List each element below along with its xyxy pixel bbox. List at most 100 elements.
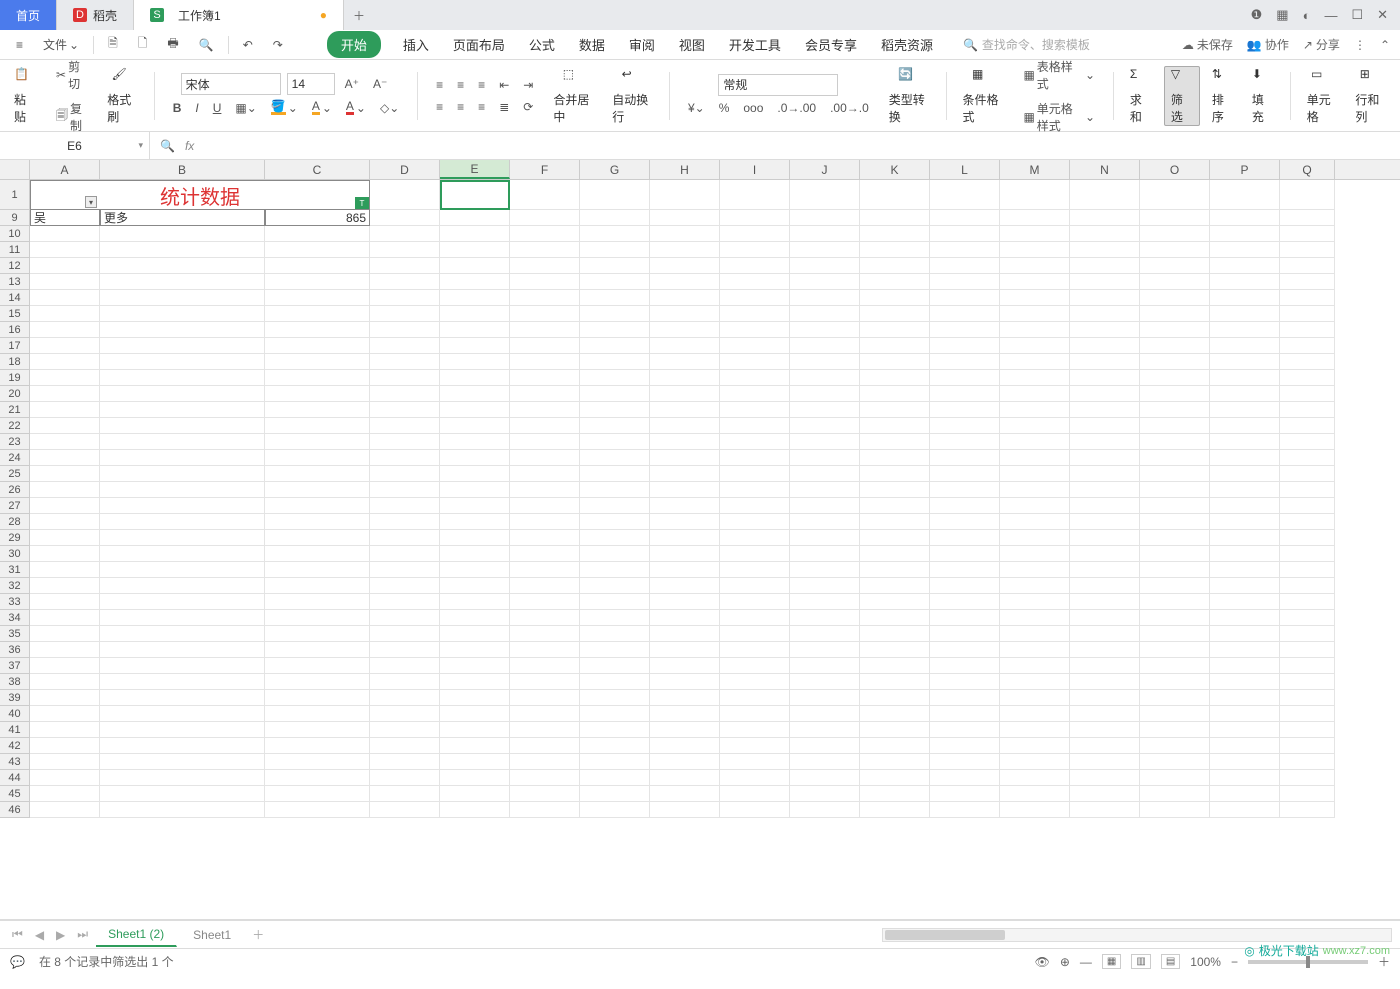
cell[interactable] xyxy=(650,386,720,402)
row-header[interactable]: 1 xyxy=(0,180,30,210)
cell[interactable] xyxy=(510,594,580,610)
cell[interactable] xyxy=(265,658,370,674)
cell[interactable] xyxy=(860,450,930,466)
cell[interactable] xyxy=(1000,514,1070,530)
cell[interactable] xyxy=(790,210,860,226)
cell[interactable] xyxy=(440,242,510,258)
cell[interactable] xyxy=(1140,274,1210,290)
cell[interactable] xyxy=(510,466,580,482)
cell[interactable] xyxy=(650,258,720,274)
borders-button[interactable]: ▦⌄ xyxy=(231,98,260,118)
cell[interactable] xyxy=(100,370,265,386)
cell[interactable] xyxy=(790,546,860,562)
cell[interactable] xyxy=(580,530,650,546)
cell[interactable] xyxy=(265,466,370,482)
cell[interactable] xyxy=(580,514,650,530)
cell[interactable] xyxy=(930,370,1000,386)
cell[interactable] xyxy=(30,738,100,754)
cell[interactable] xyxy=(1070,722,1140,738)
cell[interactable] xyxy=(790,690,860,706)
zoom-in-icon[interactable]: ＋ xyxy=(1378,953,1390,970)
cell[interactable] xyxy=(370,802,440,818)
cell[interactable] xyxy=(790,530,860,546)
cell[interactable] xyxy=(440,434,510,450)
cell[interactable] xyxy=(1280,210,1335,226)
cell[interactable] xyxy=(650,802,720,818)
comment-icon[interactable]: 💬 xyxy=(10,955,25,969)
row-header[interactable]: 17 xyxy=(0,338,30,354)
apps-icon[interactable]: ▦ xyxy=(1276,7,1288,23)
cell[interactable] xyxy=(930,322,1000,338)
cell[interactable] xyxy=(1280,258,1335,274)
cell[interactable] xyxy=(1280,434,1335,450)
cell[interactable] xyxy=(30,354,100,370)
cell[interactable] xyxy=(370,642,440,658)
cell[interactable] xyxy=(1140,578,1210,594)
cell[interactable] xyxy=(930,290,1000,306)
row-header[interactable]: 18 xyxy=(0,354,30,370)
cell[interactable] xyxy=(860,690,930,706)
cell[interactable] xyxy=(580,770,650,786)
cell[interactable] xyxy=(1210,466,1280,482)
cell[interactable] xyxy=(30,578,100,594)
cell[interactable] xyxy=(1000,738,1070,754)
cell[interactable] xyxy=(100,450,265,466)
cell[interactable] xyxy=(1140,290,1210,306)
cell[interactable] xyxy=(510,386,580,402)
cell[interactable] xyxy=(580,754,650,770)
merge-center-button[interactable]: ⬚ 合并居中 xyxy=(547,67,600,125)
cell[interactable] xyxy=(265,722,370,738)
cell[interactable] xyxy=(100,306,265,322)
cell[interactable] xyxy=(100,338,265,354)
row-header[interactable]: 16 xyxy=(0,322,30,338)
cell[interactable] xyxy=(1140,450,1210,466)
cell[interactable] xyxy=(510,290,580,306)
col-header-H[interactable]: H xyxy=(650,160,720,179)
row-header[interactable]: 11 xyxy=(0,242,30,258)
cell[interactable] xyxy=(30,786,100,802)
cell[interactable] xyxy=(580,434,650,450)
paste-button[interactable]: 📋 粘贴 xyxy=(8,67,42,125)
cell[interactable] xyxy=(510,370,580,386)
cell[interactable] xyxy=(930,450,1000,466)
row-header[interactable]: 22 xyxy=(0,418,30,434)
cell[interactable] xyxy=(860,354,930,370)
menu-dev[interactable]: 开发工具 xyxy=(727,31,783,58)
cell[interactable] xyxy=(860,722,930,738)
cell[interactable] xyxy=(580,354,650,370)
cell[interactable] xyxy=(1280,306,1335,322)
cell[interactable] xyxy=(1210,242,1280,258)
cell[interactable] xyxy=(860,226,930,242)
cell[interactable] xyxy=(720,482,790,498)
cell[interactable] xyxy=(650,562,720,578)
align-middle-icon[interactable]: ≡ xyxy=(453,75,468,95)
redo-icon[interactable]: ↷ xyxy=(267,35,289,55)
cell[interactable] xyxy=(1000,786,1070,802)
cell[interactable] xyxy=(1140,546,1210,562)
cell[interactable] xyxy=(1070,658,1140,674)
cell[interactable] xyxy=(265,674,370,690)
sheet-nav-last[interactable]: ⏭ xyxy=(73,927,92,942)
cell[interactable] xyxy=(650,290,720,306)
cell[interactable] xyxy=(265,546,370,562)
sheet-nav-next[interactable]: ▶ xyxy=(52,928,69,942)
cell[interactable] xyxy=(1280,338,1335,354)
cell[interactable] xyxy=(370,562,440,578)
cell[interactable] xyxy=(1070,498,1140,514)
row-header[interactable]: 40 xyxy=(0,706,30,722)
cell[interactable] xyxy=(650,274,720,290)
cell[interactable] xyxy=(860,802,930,818)
cell[interactable] xyxy=(580,546,650,562)
cell[interactable] xyxy=(1280,722,1335,738)
row-header[interactable]: 14 xyxy=(0,290,30,306)
cell[interactable] xyxy=(265,770,370,786)
filter-dropdown-icon[interactable]: ▾ xyxy=(85,196,97,208)
cell[interactable] xyxy=(790,402,860,418)
row-header[interactable]: 13 xyxy=(0,274,30,290)
col-header-D[interactable]: D xyxy=(370,160,440,179)
cell[interactable] xyxy=(30,434,100,450)
cell[interactable] xyxy=(790,354,860,370)
cell[interactable] xyxy=(440,722,510,738)
cell[interactable] xyxy=(720,226,790,242)
cell[interactable] xyxy=(860,530,930,546)
